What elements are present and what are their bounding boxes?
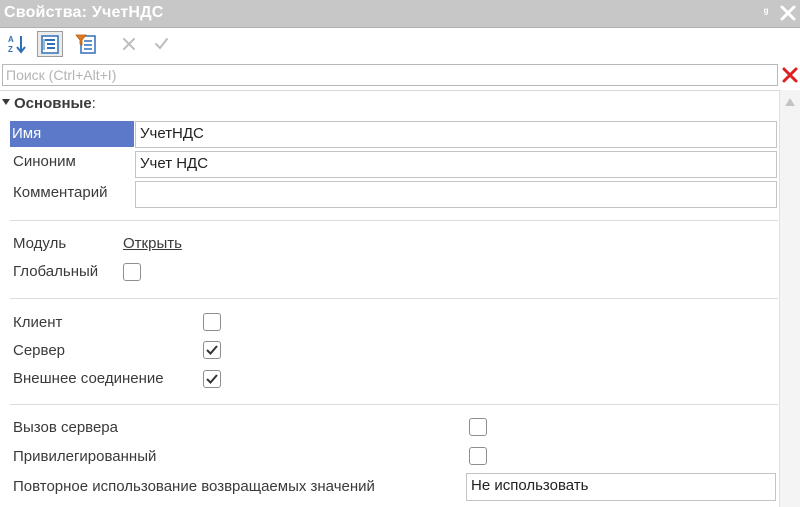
properties-window: Свойства: УчетНДС ᵍ A Z Поиск (Ctrl+Alt+… bbox=[0, 0, 800, 507]
module-label: Модуль bbox=[13, 235, 67, 252]
checkmark-icon bbox=[206, 374, 218, 384]
confirm-button[interactable] bbox=[150, 31, 176, 57]
name-field[interactable]: УчетНДС bbox=[135, 121, 777, 148]
svg-text:A: A bbox=[8, 35, 14, 44]
svg-text:Z: Z bbox=[8, 45, 13, 54]
separator bbox=[10, 220, 778, 221]
server-call-label: Вызов сервера bbox=[13, 419, 118, 436]
scroll-up-arrow-icon[interactable] bbox=[785, 98, 795, 106]
pin-icon[interactable]: ᵍ bbox=[760, 3, 772, 21]
expand-arrow-icon bbox=[2, 99, 10, 106]
group-by-category-button[interactable] bbox=[37, 31, 63, 57]
checkmark-icon bbox=[206, 345, 218, 355]
search-input[interactable] bbox=[2, 64, 778, 86]
cancel-button[interactable] bbox=[117, 31, 143, 57]
section-main-header[interactable]: Основные: bbox=[2, 95, 96, 112]
privileged-label: Привилегированный bbox=[13, 448, 157, 465]
server-checkbox[interactable] bbox=[203, 341, 221, 359]
toolbar: A Z bbox=[0, 28, 800, 62]
external-connection-label: Внешнее соединение bbox=[13, 370, 164, 387]
separator bbox=[10, 298, 778, 299]
properties-panel: Основные: Имя УчетНДС Синоним Учет НДС К… bbox=[0, 90, 779, 507]
synonym-field[interactable]: Учет НДС bbox=[135, 151, 777, 178]
global-checkbox[interactable] bbox=[123, 263, 141, 281]
reuse-return-values-select[interactable]: Не использовать bbox=[466, 473, 776, 501]
search-bar bbox=[0, 63, 800, 88]
server-call-checkbox[interactable] bbox=[469, 418, 487, 436]
privileged-checkbox[interactable] bbox=[469, 447, 487, 465]
window-title: Свойства: УчетНДС bbox=[4, 4, 164, 21]
synonym-label: Синоним bbox=[13, 153, 76, 170]
server-label: Сервер bbox=[13, 342, 66, 359]
external-connection-checkbox[interactable] bbox=[203, 370, 221, 388]
client-checkbox[interactable] bbox=[203, 313, 221, 331]
reuse-return-values-label: Повторное использование возвращаемых зна… bbox=[13, 478, 375, 495]
comment-field[interactable] bbox=[135, 181, 777, 208]
close-icon[interactable] bbox=[778, 2, 798, 24]
global-label: Глобальный bbox=[13, 263, 99, 280]
clear-search-icon[interactable] bbox=[781, 66, 799, 84]
filter-button[interactable] bbox=[73, 31, 99, 57]
name-label[interactable]: Имя bbox=[10, 121, 134, 147]
sort-alphabetical-button[interactable]: A Z bbox=[5, 31, 31, 57]
separator bbox=[10, 404, 778, 405]
comment-label: Комментарий bbox=[13, 184, 108, 201]
vertical-scrollbar[interactable] bbox=[779, 90, 800, 507]
client-label: Клиент bbox=[13, 314, 63, 331]
section-title: Основные bbox=[14, 95, 92, 112]
title-bar: Свойства: УчетНДС ᵍ bbox=[0, 0, 800, 28]
module-open-link[interactable]: Открыть bbox=[123, 235, 182, 252]
section-colon: : bbox=[91, 95, 96, 112]
